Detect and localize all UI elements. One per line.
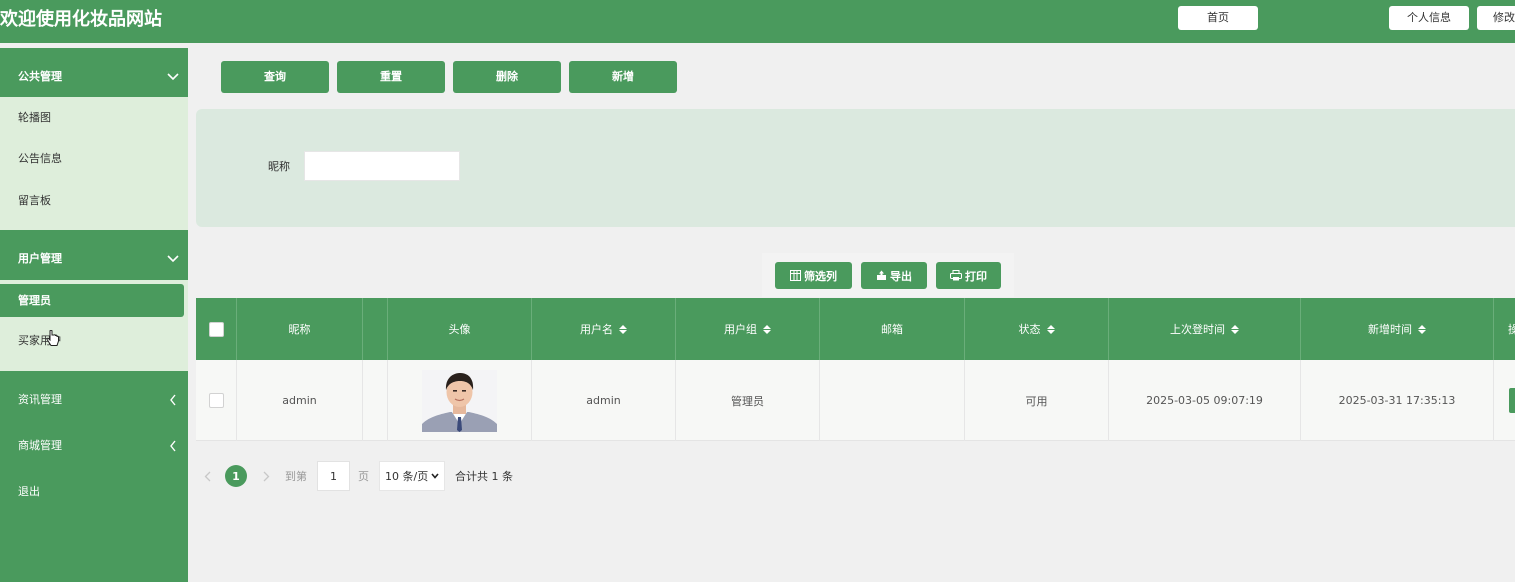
top-header: 欢迎使用化妆品网站 首页 个人信息 修改密码 [0, 0, 1515, 43]
sort-icon[interactable] [1418, 324, 1426, 334]
sidebar-group-label: 用户管理 [18, 252, 62, 265]
cell-status: 可用 [965, 360, 1109, 441]
total-count: 合计共 1 条 [455, 470, 513, 483]
chevron-down-icon [166, 234, 180, 283]
sort-icon[interactable] [1046, 324, 1055, 334]
sidebar-item-admin[interactable]: 管理员 [0, 284, 184, 317]
chevron-right-icon [263, 471, 269, 481]
sidebar-group-public[interactable]: 公共管理 [0, 52, 188, 101]
col-spacer [363, 298, 388, 360]
sidebar-group-label: 公共管理 [18, 70, 62, 83]
cell-usergroup: 管理员 [676, 360, 820, 441]
col-actions: 操作 [1494, 298, 1515, 360]
col-email: 邮箱 [820, 298, 965, 360]
table-header: 昵称 头像 用户名 用户组 邮箱 状态 上次登时间 新增时间 操作 [196, 298, 1515, 360]
cell-actions [1494, 360, 1515, 441]
change-password-button[interactable]: 修改密码 [1477, 6, 1515, 30]
col-status[interactable]: 状态 [965, 298, 1109, 360]
col-label: 新增时间 [1368, 323, 1412, 336]
cell-last-login: 2025-03-05 09:07:19 [1109, 360, 1301, 441]
add-button[interactable]: 新增 [569, 61, 677, 93]
sidebar-item-buyer[interactable]: 买家用户 [0, 323, 188, 359]
chevron-left-icon [166, 377, 180, 423]
submenu-public: 轮播图 公告信息 留言板 [0, 97, 188, 230]
next-page-button[interactable] [259, 461, 273, 491]
col-last-login[interactable]: 上次登时间 [1109, 298, 1301, 360]
col-label: 上次登时间 [1170, 323, 1225, 336]
cell-nickname: admin [237, 360, 363, 441]
row-action-button[interactable] [1509, 388, 1515, 413]
cell-email [820, 360, 965, 441]
query-button[interactable]: 查询 [221, 61, 329, 93]
export-button[interactable]: 导出 [861, 262, 927, 289]
sort-icon[interactable] [1231, 324, 1239, 334]
chevron-down-icon [431, 473, 439, 479]
col-label: 头像 [448, 323, 471, 336]
cell-spacer [363, 360, 388, 441]
sidebar-item-notice[interactable]: 公告信息 [0, 141, 188, 177]
col-username[interactable]: 用户名 [532, 298, 676, 360]
page-size-select[interactable]: 10 条/页 [379, 461, 445, 491]
prev-page-button[interactable] [200, 461, 214, 491]
sidebar-group-news[interactable]: 资讯管理 [0, 377, 188, 423]
col-nickname: 昵称 [237, 298, 363, 360]
cell-created: 2025-03-31 17:35:13 [1301, 360, 1494, 441]
col-created[interactable]: 新增时间 [1301, 298, 1494, 360]
filter-columns-label: 筛选列 [804, 269, 837, 283]
sidebar-group-users[interactable]: 用户管理 [0, 234, 188, 283]
sidebar-group-mall[interactable]: 商城管理 [0, 423, 188, 469]
sort-icon[interactable] [763, 324, 771, 334]
sidebar-logout[interactable]: 退出 [0, 469, 188, 515]
chevron-down-icon [166, 52, 180, 101]
cell-username: admin [532, 360, 676, 441]
sidebar-item-messageboard[interactable]: 留言板 [0, 183, 188, 219]
site-title: 欢迎使用化妆品网站 [0, 9, 162, 30]
filter-columns-button[interactable]: 筛选列 [775, 262, 852, 289]
col-label: 用户组 [724, 323, 757, 336]
cell-avatar [388, 360, 532, 441]
home-button[interactable]: 首页 [1178, 6, 1258, 30]
print-button[interactable]: 打印 [936, 262, 1001, 289]
profile-button[interactable]: 个人信息 [1389, 6, 1469, 30]
row-select-cell [196, 360, 237, 441]
select-all-checkbox[interactable] [208, 321, 224, 337]
nickname-input[interactable] [304, 151, 460, 181]
sidebar-group-label: 资讯管理 [18, 393, 62, 406]
sort-icon[interactable] [619, 324, 627, 334]
col-label: 用户名 [580, 323, 613, 336]
nickname-label: 昵称 [268, 160, 290, 173]
goto-page-input[interactable] [317, 461, 350, 491]
print-label: 打印 [965, 269, 987, 283]
avatar-image [422, 369, 497, 432]
col-label: 操作 [1508, 323, 1515, 336]
col-label: 邮箱 [881, 323, 903, 336]
page-suffix-label: 页 [358, 470, 369, 483]
page-size-value: 10 条/页 [385, 470, 429, 483]
goto-label: 到第 [285, 470, 307, 483]
col-usergroup[interactable]: 用户组 [676, 298, 820, 360]
col-avatar: 头像 [388, 298, 532, 360]
sidebar-item-carousel[interactable]: 轮播图 [0, 100, 188, 136]
columns-icon [790, 270, 801, 281]
table-row: admin admin 管理员 可用 2025-03-05 09:07:19 2… [196, 360, 1515, 441]
select-all-cell [196, 298, 237, 360]
chevron-left-icon [166, 423, 180, 469]
sidebar-group-label: 退出 [18, 485, 40, 498]
reset-button[interactable]: 重置 [337, 61, 445, 93]
col-label: 昵称 [288, 323, 311, 336]
page-1-button[interactable]: 1 [225, 465, 247, 487]
export-label: 导出 [890, 269, 912, 283]
chevron-left-icon [204, 471, 210, 481]
delete-button[interactable]: 删除 [453, 61, 561, 93]
sidebar-group-label: 商城管理 [18, 439, 62, 452]
export-icon [877, 270, 886, 280]
sidebar: 公共管理 轮播图 公告信息 留言板 用户管理 管理员 买家用户 资讯管理 商城管… [0, 48, 188, 582]
row-checkbox[interactable] [208, 393, 224, 408]
printer-icon [950, 270, 962, 281]
hand-cursor-icon [46, 330, 59, 346]
submenu-users: 管理员 买家用户 [0, 280, 188, 371]
col-label: 状态 [1018, 323, 1041, 336]
